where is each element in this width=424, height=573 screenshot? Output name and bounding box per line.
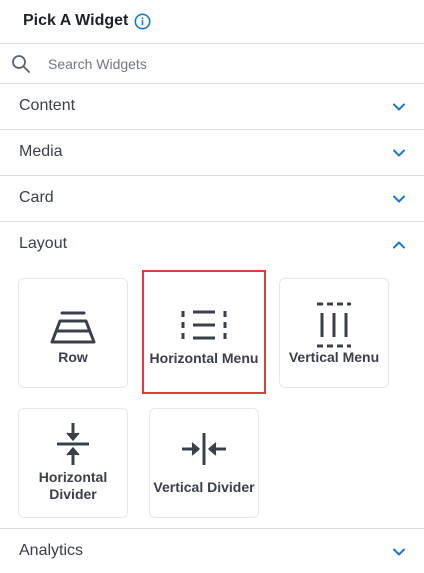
widget-vertical-menu[interactable]: Vertical Menu	[279, 278, 389, 388]
layout-widget-grid: Row Horizontal Menu Vertical Menu Horizo…	[0, 268, 424, 529]
section-analytics[interactable]: Analytics	[0, 529, 424, 573]
chevron-down-icon	[393, 548, 405, 556]
widget-horizontal-divider[interactable]: Horizontal Divider	[18, 408, 128, 518]
widget-vertical-menu-label: Vertical Menu	[288, 349, 380, 365]
widget-horizontal-divider-label: Horizontal Divider	[19, 469, 127, 503]
widget-row[interactable]: Row	[18, 278, 128, 388]
section-layout[interactable]: Layout	[0, 222, 424, 268]
widget-horizontal-menu[interactable]: Horizontal Menu	[142, 270, 266, 394]
section-content[interactable]: Content	[0, 84, 424, 130]
panel-header: Pick A Widget	[0, 0, 424, 44]
widget-row-label: Row	[58, 349, 88, 365]
chevron-down-icon	[393, 195, 405, 203]
section-card[interactable]: Card	[0, 176, 424, 222]
widget-vertical-divider[interactable]: Vertical Divider	[149, 408, 259, 518]
section-analytics-label: Analytics	[19, 542, 84, 559]
search-bar	[0, 44, 424, 84]
vertical-divider-icon	[182, 433, 226, 465]
panel-title: Pick A Widget	[23, 12, 129, 29]
widget-horizontal-divider-label-line1: Horizontal	[38, 469, 108, 485]
section-layout-label: Layout	[19, 235, 68, 252]
chevron-down-icon	[393, 149, 405, 157]
vertical-menu-icon	[317, 302, 351, 348]
chevron-up-icon	[393, 241, 405, 249]
row-icon	[50, 311, 96, 344]
widget-horizontal-menu-label: Horizontal Menu	[149, 350, 259, 366]
info-circle-icon[interactable]	[134, 13, 151, 30]
section-media[interactable]: Media	[0, 130, 424, 176]
section-content-label: Content	[19, 97, 76, 114]
section-media-label: Media	[19, 143, 63, 160]
widget-horizontal-divider-label-line2: Divider	[49, 486, 97, 502]
chevron-down-icon	[393, 103, 405, 111]
widget-vertical-divider-label: Vertical Divider	[153, 479, 255, 495]
search-input[interactable]	[48, 52, 408, 76]
section-card-label: Card	[19, 189, 54, 206]
horizontal-divider-icon	[57, 423, 89, 465]
search-icon	[12, 55, 30, 73]
horizontal-menu-icon	[181, 310, 227, 340]
